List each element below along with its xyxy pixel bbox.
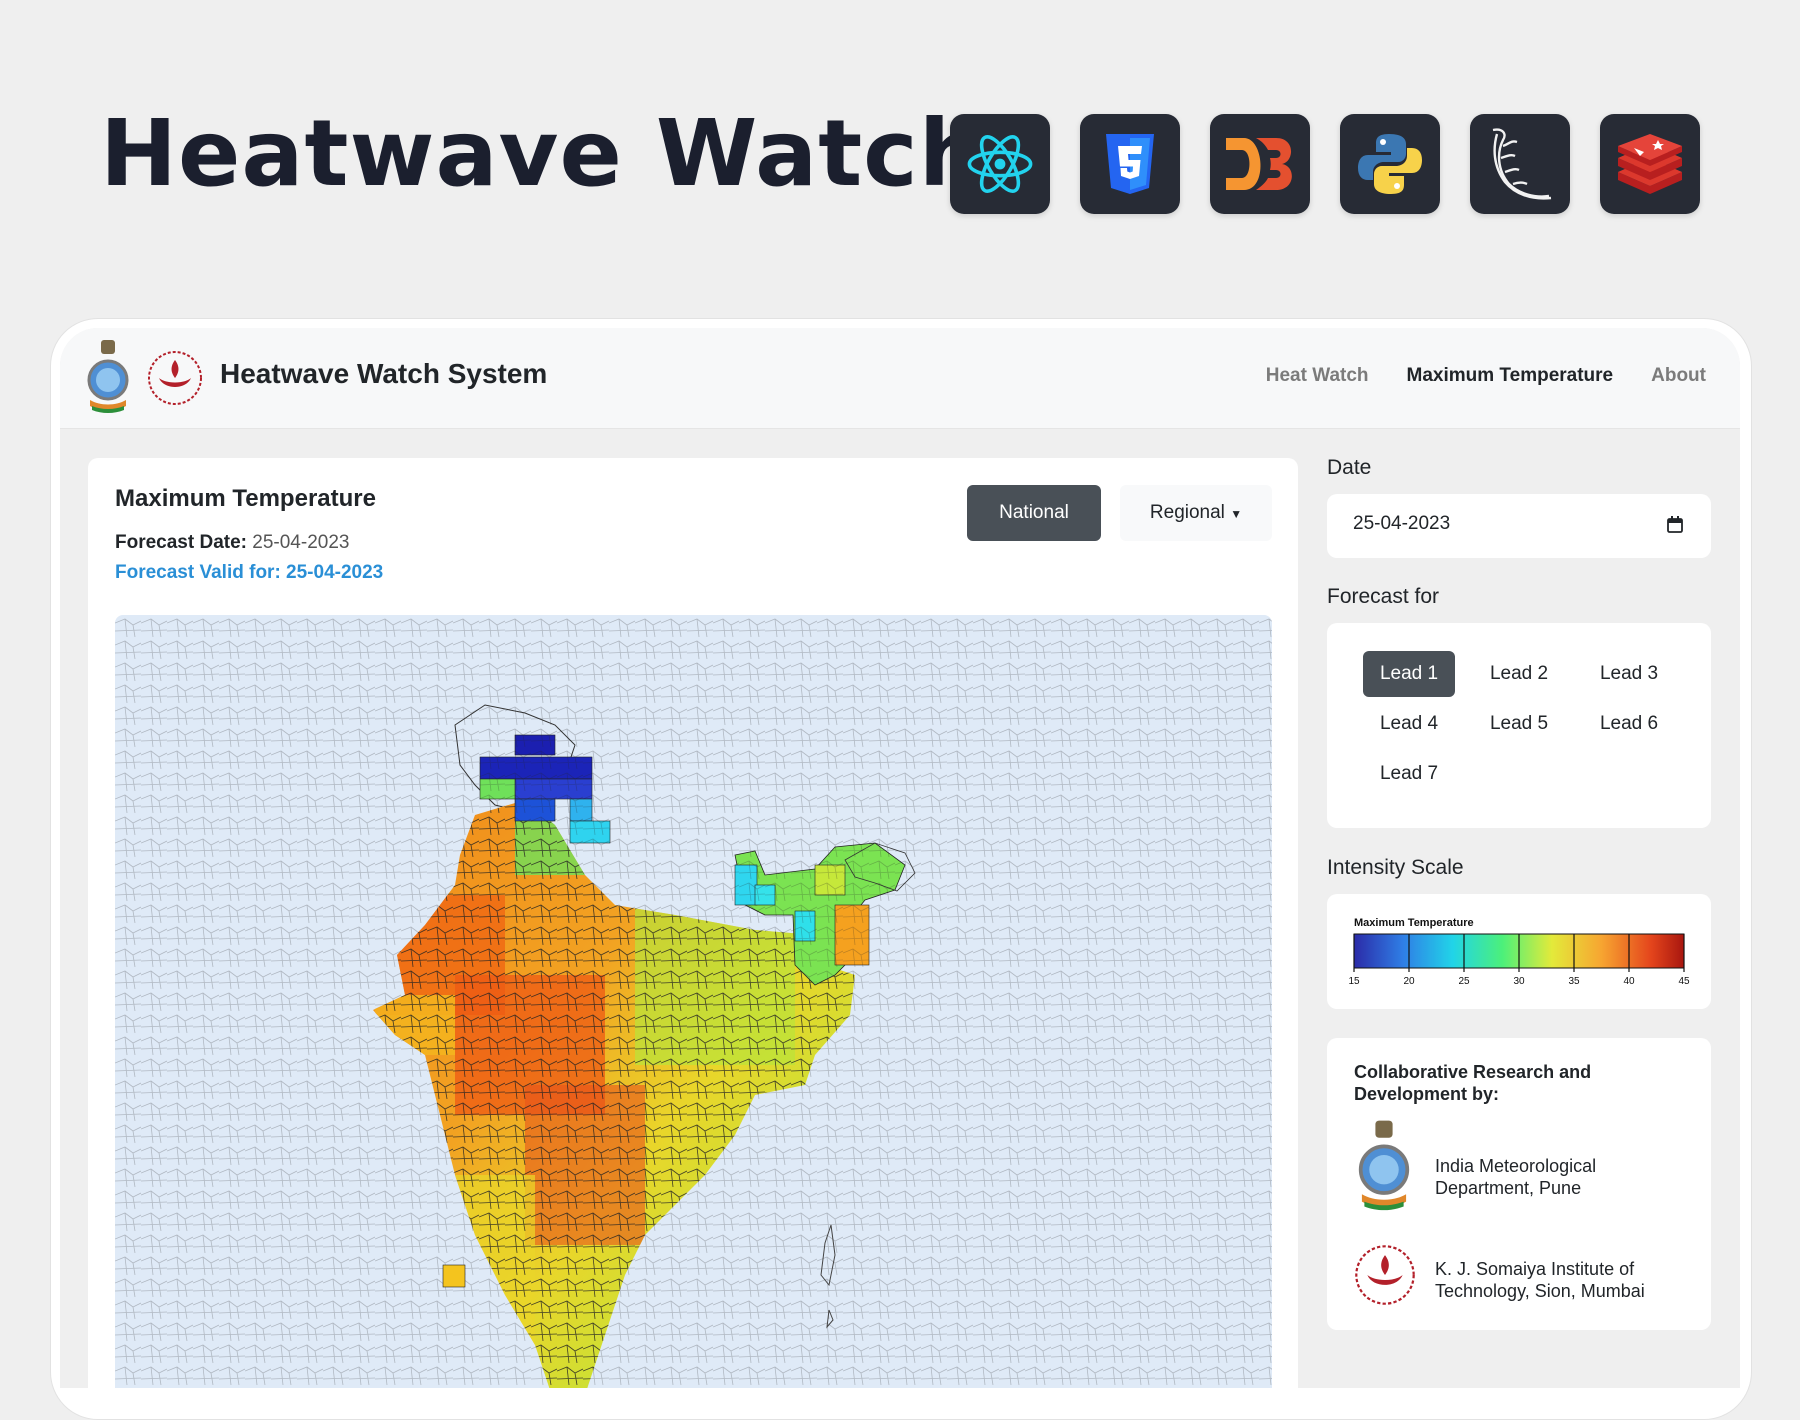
nav-maximum-temperature[interactable]: Maximum Temperature <box>1407 365 1614 387</box>
forecast-valid: Forecast Valid for: 25-04-2023 <box>115 562 384 583</box>
scale-tick: 40 <box>1623 976 1635 987</box>
forecast-for-label: Forecast for <box>1327 585 1440 608</box>
regional-dropdown[interactable]: Regional ▼ <box>1120 485 1272 541</box>
forecast-date-value: 25-04-2023 <box>252 532 350 553</box>
react-icon <box>950 114 1050 214</box>
navbar: Heatwave Watch System Heat Watch Maximum… <box>60 328 1740 429</box>
scale-title: Maximum Temperature <box>1354 917 1474 929</box>
india-temperature-map[interactable] <box>115 615 1272 1388</box>
lead-5-button[interactable]: Lead 5 <box>1473 701 1565 747</box>
date-input[interactable]: 25-04-2023 <box>1353 513 1450 535</box>
nav-about[interactable]: About <box>1651 365 1706 387</box>
scale-tick: 15 <box>1348 976 1360 987</box>
brand-title[interactable]: Heatwave Watch System <box>220 358 547 390</box>
somaiya-logo-icon <box>146 350 204 410</box>
somaiya-logo-icon <box>1353 1244 1417 1310</box>
redis-icon <box>1600 114 1700 214</box>
hero-title: Heatwave Watch <box>100 100 986 207</box>
regional-label: Regional <box>1149 502 1225 523</box>
scale-tick: 35 <box>1568 976 1580 987</box>
date-label: Date <box>1327 456 1372 479</box>
scale-tick: 20 <box>1403 976 1415 987</box>
nav-links: Heat Watch Maximum Temperature About <box>1266 365 1706 387</box>
lead-6-button[interactable]: Lead 6 <box>1583 701 1675 747</box>
calendar-icon[interactable] <box>1667 516 1683 537</box>
color-scale: Maximum Temperature 15 20 25 30 35 40 45 <box>1348 917 1690 987</box>
intensity-scale-label: Intensity Scale <box>1327 856 1464 879</box>
imd-emblem-icon <box>86 340 130 418</box>
scale-tick: 30 <box>1513 976 1525 987</box>
lead-selector: Lead 1 Lead 2 Lead 3 Lead 4 Lead 5 Lead … <box>1327 623 1711 828</box>
lead-2-button[interactable]: Lead 2 <box>1473 651 1565 697</box>
caret-down-icon: ▼ <box>1230 507 1243 521</box>
app-screen: Heatwave Watch System Heat Watch Maximum… <box>60 328 1740 1388</box>
python-icon <box>1340 114 1440 214</box>
forecast-date: Forecast Date: 25-04-2023 <box>115 532 349 554</box>
imd-logo-icon <box>1357 1120 1411 1216</box>
collab-title: Collaborative Research and Development b… <box>1354 1062 1592 1104</box>
org-somaiya: K. J. Somaiya Institute of Technology, S… <box>1435 1259 1645 1301</box>
nav-heat-watch[interactable]: Heat Watch <box>1266 365 1369 387</box>
intensity-scale: Maximum Temperature 15 20 25 30 35 40 45 <box>1327 894 1711 1009</box>
date-picker[interactable]: 25-04-2023 <box>1327 494 1711 558</box>
d3-icon <box>1210 114 1310 214</box>
map-svg <box>115 615 1272 1388</box>
scale-tick: 45 <box>1678 976 1690 987</box>
forecast-date-label: Forecast Date: <box>115 532 247 553</box>
lead-1-button[interactable]: Lead 1 <box>1363 651 1455 697</box>
org-imd: India Meteorological Department, Pune <box>1435 1156 1597 1198</box>
css3-icon <box>1080 114 1180 214</box>
scale-tick: 25 <box>1458 976 1470 987</box>
lead-4-button[interactable]: Lead 4 <box>1363 701 1455 747</box>
map-card: Maximum Temperature Forecast Date: 25-04… <box>88 458 1298 1388</box>
map-title: Maximum Temperature <box>115 485 376 512</box>
lead-7-button[interactable]: Lead 7 <box>1363 751 1455 797</box>
lead-3-button[interactable]: Lead 3 <box>1583 651 1675 697</box>
tech-stack <box>950 114 1700 214</box>
collaborators-card: Collaborative Research and Development b… <box>1327 1038 1711 1330</box>
flask-icon <box>1470 114 1570 214</box>
national-button[interactable]: National <box>967 485 1101 541</box>
